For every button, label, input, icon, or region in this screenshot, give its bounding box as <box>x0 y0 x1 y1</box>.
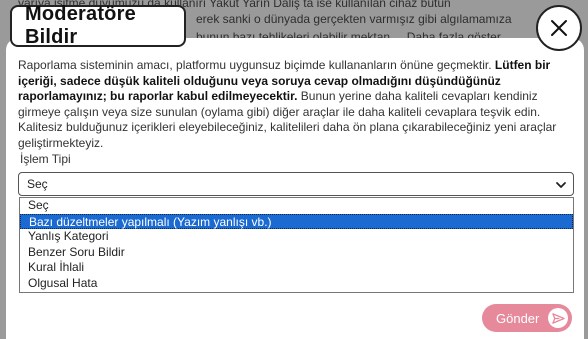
modal-title: Moderatöre Bildir <box>10 3 186 48</box>
modal-description: Raporlama sisteminin amacı, platformu uy… <box>18 58 568 151</box>
action-type-dropdown: Seç Bazı düzeltmeler yapılmalı (Yazım ya… <box>19 197 574 293</box>
send-icon <box>548 308 568 328</box>
select-value: Seç <box>27 177 48 191</box>
close-button[interactable] <box>536 5 582 51</box>
dropdown-option[interactable]: Benzer Soru Bildir <box>20 245 573 261</box>
dropdown-option[interactable]: Olgusal Hata <box>20 276 573 292</box>
dropdown-option-selected[interactable]: Bazı düzeltmeler yapılmalı (Yazım yanlış… <box>20 213 573 230</box>
chevron-down-icon <box>556 182 566 188</box>
close-icon <box>551 20 567 36</box>
background-text: erek sanki o dünyada gerçekten varmışız … <box>196 12 512 26</box>
dropdown-option[interactable]: Kural İhlali <box>20 260 573 276</box>
send-label: Gönder <box>496 310 540 326</box>
description-text: Raporlama sisteminin amacı, platformu uy… <box>18 58 495 72</box>
dropdown-option[interactable]: Seç <box>20 198 573 214</box>
action-type-select[interactable]: Seç <box>18 172 574 196</box>
send-button[interactable]: Gönder <box>482 304 572 332</box>
dropdown-option[interactable]: Yanlış Kategori <box>20 229 573 245</box>
action-type-label: İşlem Tipi <box>20 152 71 166</box>
